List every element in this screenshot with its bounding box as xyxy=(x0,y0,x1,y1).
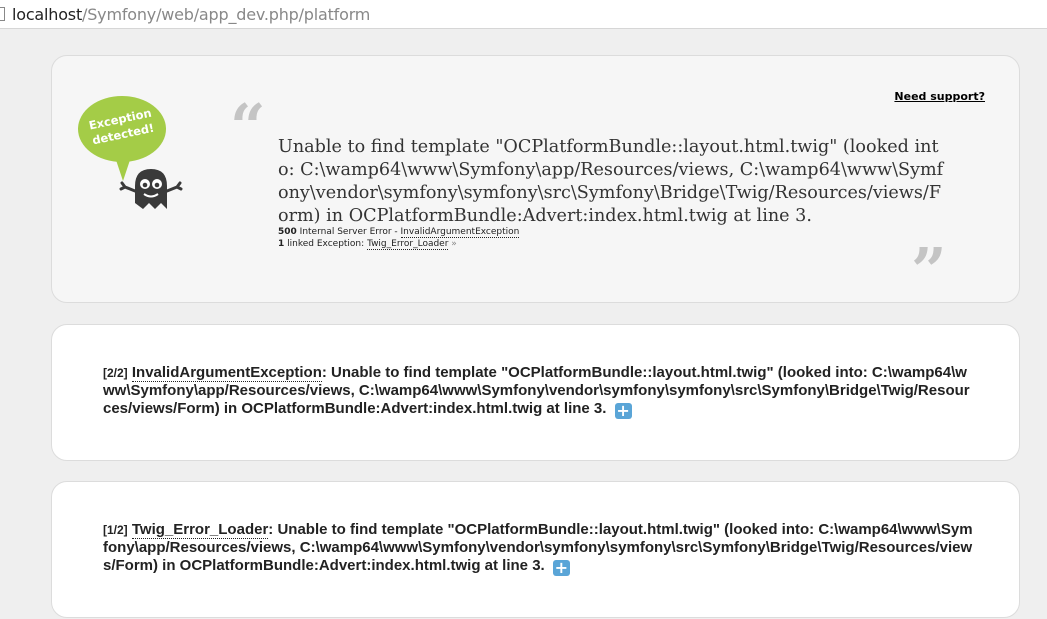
exception-meta: 500 Internal Server Error - InvalidArgum… xyxy=(278,226,520,250)
status-code: 500 xyxy=(278,227,297,237)
url-text[interactable]: localhost/Symfony/web/app_dev.php/platfo… xyxy=(12,5,370,24)
exception-counter: [1/2] xyxy=(103,523,128,537)
open-quote-icon: “ xyxy=(230,90,266,163)
toggle-trace-icon[interactable]: + xyxy=(614,403,632,419)
exception-class: Twig_Error_Loader xyxy=(131,521,269,539)
exception-class-abbr: InvalidArgumentException xyxy=(400,227,520,238)
exception-counter: [2/2] xyxy=(103,366,128,380)
linked-count: 1 xyxy=(278,239,285,249)
exception-detected-logo: Exception detected! xyxy=(78,96,183,209)
linked-line: 1 linked Exception: Twig_Error_Loader » xyxy=(278,238,519,250)
status-text: Internal Server Error - xyxy=(299,227,398,237)
exception-message: Unable to find template "OCPlatformBundl… xyxy=(278,137,944,226)
page-icon xyxy=(0,7,5,21)
linked-text: linked Exception: xyxy=(287,239,365,249)
need-support-link[interactable]: Need support? xyxy=(894,90,985,103)
exception-title: [2/2] InvalidArgumentException: Unable t… xyxy=(103,364,973,419)
exception-class: InvalidArgumentException xyxy=(131,364,322,382)
exception-summary: Need support? Exception detected! “ Unab… xyxy=(51,55,1020,303)
address-bar[interactable]: localhost/Symfony/web/app_dev.php/platfo… xyxy=(0,0,1047,29)
exception-block: [2/2] InvalidArgumentException: Unable t… xyxy=(51,324,1020,461)
linked-arrow-icon: » xyxy=(451,239,457,249)
toggle-trace-icon[interactable]: + xyxy=(552,560,570,576)
exception-block: [1/2] Twig_Error_Loader: Unable to find … xyxy=(51,481,1020,618)
exception-title: [1/2] Twig_Error_Loader: Unable to find … xyxy=(103,521,973,576)
url-path: /Symfony/web/app_dev.php/platform xyxy=(82,5,371,24)
status-line: 500 Internal Server Error - InvalidArgum… xyxy=(278,226,520,238)
linked-exception-link[interactable]: Twig_Error_Loader xyxy=(367,239,449,250)
url-host: localhost xyxy=(12,5,83,24)
close-quote-icon: ” xyxy=(911,234,947,307)
